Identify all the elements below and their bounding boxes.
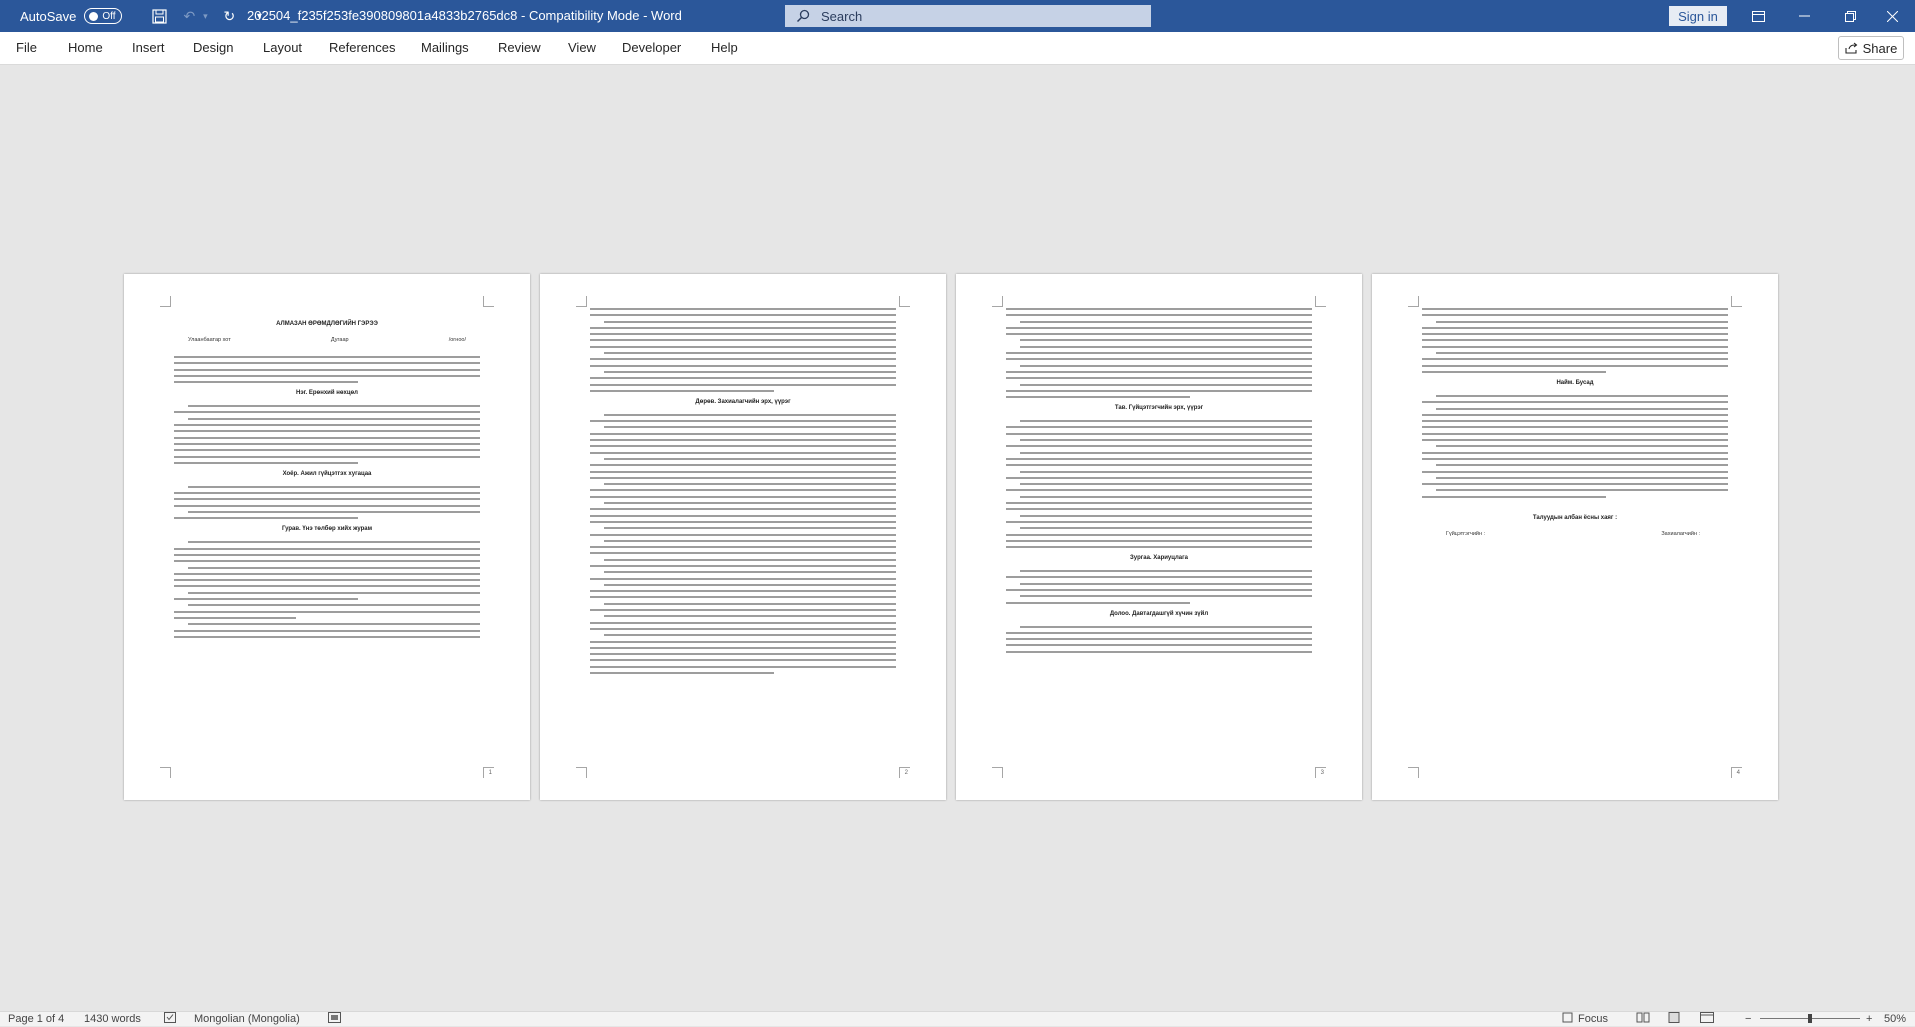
section-heading: Тав. Гүйцэтгэгчийн эрх, үүрэг xyxy=(1114,405,1204,412)
toggle-knob xyxy=(89,11,99,21)
section-heading: Дөрөв. Захиалагчийн эрх, үүрэг xyxy=(695,398,791,405)
save-icon[interactable] xyxy=(148,5,170,27)
crop-mark xyxy=(992,296,1003,307)
document-page-4[interactable]: Найм. Бусад Талуудын албан ёсны хаяг : Г… xyxy=(1372,274,1778,800)
contract-number: Дугаар xyxy=(330,337,349,343)
contract-title: АЛМАЗАН ӨРӨМДЛӨГИЙН ГЭРЭЭ xyxy=(276,321,378,327)
focus-mode-button[interactable]: Focus xyxy=(1578,1012,1608,1026)
document-title: 202504_f235f253fe390809801a4833b2765dc8 … xyxy=(247,8,682,23)
tab-home[interactable]: Home xyxy=(68,32,103,64)
crop-mark xyxy=(576,296,587,307)
autosave-state: Off xyxy=(102,10,116,22)
zoom-out-icon[interactable]: − xyxy=(1745,1012,1751,1026)
zoom-in-icon[interactable]: + xyxy=(1866,1012,1872,1026)
share-button[interactable]: Share xyxy=(1838,36,1904,60)
share-icon xyxy=(1845,42,1858,54)
contract-header-row: Улаанбаатар хот Дугаар /огноо/ xyxy=(174,336,480,344)
crop-mark xyxy=(160,767,171,778)
tab-developer[interactable]: Developer xyxy=(622,32,681,64)
crop-mark xyxy=(160,296,171,307)
tab-view[interactable]: View xyxy=(568,32,596,64)
tab-review[interactable]: Review xyxy=(498,32,541,64)
document-page-2[interactable]: Дөрөв. Захиалагчийн эрх, үүрэг 2 xyxy=(540,274,946,800)
section-heading: Гурав. Үнэ төлбөр хийх журам xyxy=(281,526,373,533)
contract-date: /огноо/ xyxy=(448,337,466,343)
crop-mark xyxy=(1731,296,1742,307)
document-page-1[interactable]: АЛМАЗАН ӨРӨМДЛӨГИЙН ГЭРЭЭ Улаанбаатар хо… xyxy=(124,274,530,800)
macro-recording-icon[interactable] xyxy=(328,1012,341,1026)
autosave-label: AutoSave xyxy=(20,8,77,24)
close-icon[interactable] xyxy=(1869,0,1915,32)
undo-dropdown-icon[interactable]: ▾ xyxy=(200,5,210,27)
redo-icon[interactable]: ↻ xyxy=(218,5,240,27)
title-bar: AutoSave Off ↶ ▾ ↻ ▾ 202504_f235f253fe39… xyxy=(0,0,1915,32)
language-indicator[interactable]: Mongolian (Mongolia) xyxy=(194,1012,300,1026)
section-heading: Зургаа. Хариуцлага xyxy=(1130,555,1188,562)
web-layout-icon[interactable] xyxy=(1700,1012,1714,1026)
crop-mark xyxy=(899,296,910,307)
contract-place: Улаанбаатар хот xyxy=(188,337,231,343)
page-number: 4 xyxy=(1736,770,1740,776)
status-bar: Page 1 of 4 1430 words Mongolian (Mongol… xyxy=(0,1011,1915,1026)
crop-mark xyxy=(483,296,494,307)
search-box[interactable]: Search xyxy=(785,5,1151,27)
ribbon-tabs: File Home Insert Design Layout Reference… xyxy=(0,32,1915,65)
minimize-icon[interactable] xyxy=(1781,0,1827,32)
zoom-slider-thumb[interactable] xyxy=(1808,1014,1812,1023)
section-heading: Долоо. Давтагдашгүй хүчин зүйл xyxy=(1109,610,1209,617)
proofing-icon[interactable] xyxy=(164,1012,176,1026)
page-number: 1 xyxy=(488,770,492,776)
page-text-area: АЛМАЗАН ӨРӨМДЛӨГИЙН ГЭРЭЭ Улаанбаатар хо… xyxy=(174,308,480,774)
page-number: 2 xyxy=(904,770,908,776)
autosave-control[interactable]: AutoSave Off xyxy=(20,8,123,24)
page-text-area: Дөрөв. Захиалагчийн эрх, үүрэг xyxy=(590,308,896,774)
document-page-3[interactable]: Тав. Гүйцэтгэгчийн эрх, үүрэг Зургаа. Ха… xyxy=(956,274,1362,800)
crop-mark xyxy=(1408,296,1419,307)
tab-references[interactable]: References xyxy=(329,32,395,64)
crop-mark xyxy=(576,767,587,778)
signature-row: Гүйцэтгэгчийн : Захиалагчийн : xyxy=(1422,530,1728,538)
zoom-level[interactable]: 50% xyxy=(1884,1012,1906,1026)
sign-in-button[interactable]: Sign in xyxy=(1669,6,1727,26)
share-label: Share xyxy=(1862,40,1898,56)
signature-contractor: Гүйцэтгэгчийн : xyxy=(1446,531,1486,538)
tab-mailings[interactable]: Mailings xyxy=(421,32,469,64)
page-count[interactable]: Page 1 of 4 xyxy=(8,1012,64,1026)
undo-icon[interactable]: ↶ xyxy=(178,5,200,27)
page-text-area: Тав. Гүйцэтгэгчийн эрх, үүрэг Зургаа. Ха… xyxy=(1006,308,1312,774)
page-text-area: Найм. Бусад Талуудын албан ёсны хаяг : Г… xyxy=(1422,308,1728,774)
tab-insert[interactable]: Insert xyxy=(132,32,165,64)
tab-layout[interactable]: Layout xyxy=(263,32,302,64)
focus-icon[interactable] xyxy=(1562,1012,1573,1026)
ribbon-display-icon[interactable] xyxy=(1735,0,1781,32)
section-heading: Хоёр. Ажил гүйцэтгэх хугацаа xyxy=(282,470,372,477)
tab-design[interactable]: Design xyxy=(193,32,233,64)
tab-file[interactable]: File xyxy=(16,32,37,64)
search-icon xyxy=(785,9,821,23)
autosave-toggle[interactable]: Off xyxy=(84,8,123,24)
section-heading: Найм. Бусад xyxy=(1556,379,1594,386)
restore-icon[interactable] xyxy=(1827,0,1873,32)
word-count[interactable]: 1430 words xyxy=(84,1012,141,1026)
crop-mark xyxy=(1315,296,1326,307)
search-placeholder: Search xyxy=(821,8,863,24)
read-mode-icon[interactable] xyxy=(1636,1012,1650,1026)
print-layout-icon[interactable] xyxy=(1668,1012,1680,1026)
signature-client: Захиалагчийн : xyxy=(1661,531,1700,538)
page-number: 3 xyxy=(1320,770,1324,776)
section-heading: Нэг. Ерөнхий нөхцөл xyxy=(295,390,358,397)
crop-mark xyxy=(992,767,1003,778)
crop-mark xyxy=(1408,767,1419,778)
section-heading: Талуудын албан ёсны хаяг : xyxy=(1532,515,1618,522)
tab-help[interactable]: Help xyxy=(711,32,738,64)
